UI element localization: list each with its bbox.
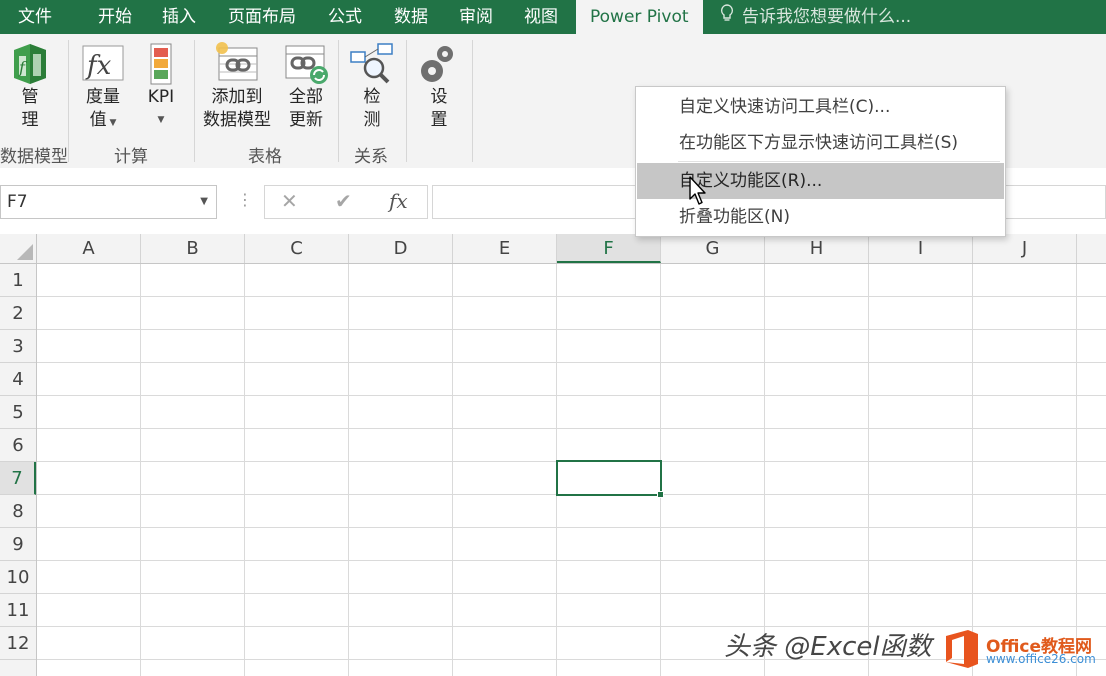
group-separator (68, 40, 69, 162)
menu-item-show-quick-access-below[interactable]: 在功能区下方显示快速访问工具栏(S) (637, 125, 1004, 161)
refresh-all-label-1: 全部 (289, 87, 323, 107)
measures-label-1: 度量 (86, 87, 120, 107)
column-headers: A B C D E F G H I J (0, 234, 1106, 264)
column-header[interactable]: A (37, 234, 141, 263)
row-header[interactable]: 3 (0, 330, 36, 363)
gear-icon (421, 46, 453, 82)
tab-insert[interactable]: 插入 (162, 0, 196, 34)
ribbon-tab-bar: 文件 开始 插入 页面布局 公式 数据 审阅 视图 Power Pivot 告诉… (0, 0, 1106, 34)
group-label-data-model: 数据模型 (0, 147, 68, 167)
lightbulb-icon (718, 0, 736, 34)
resize-handle-icon[interactable]: ⋮ (237, 190, 253, 209)
group-separator (406, 40, 407, 162)
manage-data-model-icon: f (14, 44, 46, 84)
check-icon[interactable]: ✔ (335, 189, 352, 213)
tell-me-search[interactable]: 告诉我您想要做什么... (718, 0, 911, 34)
detect-label-1: 检 (363, 87, 381, 107)
office-logo-icon (946, 630, 978, 668)
chevron-down-icon: ▼ (157, 115, 165, 125)
function-fx-icon: fx (82, 45, 124, 81)
group-separator (338, 40, 339, 162)
tab-home[interactable]: 开始 (98, 0, 132, 34)
ribbon-context-menu: 自定义快速访问工具栏(C)... 在功能区下方显示快速访问工具栏(S) 自定义功… (635, 86, 1006, 237)
group-label-calculations: 计算 (114, 147, 148, 167)
active-cell-f7[interactable] (556, 460, 664, 498)
name-box-value: F7 (7, 192, 28, 212)
column-header[interactable]: C (245, 234, 349, 263)
kpi-label: KPI (147, 87, 175, 107)
tab-review[interactable]: 审阅 (459, 0, 493, 34)
settings-label-1: 设 (430, 87, 448, 107)
add-to-data-model-button[interactable]: 添加到 数据模型 (200, 40, 274, 132)
detect-magnifier-icon (350, 43, 393, 84)
column-header[interactable]: I (869, 234, 973, 263)
svg-text:fx: fx (85, 51, 112, 81)
tab-view[interactable]: 视图 (524, 0, 558, 34)
refresh-all-button[interactable]: 全部 更新 (280, 40, 332, 132)
row-header-selected[interactable]: 7 (0, 462, 36, 495)
row-header[interactable]: 9 (0, 528, 36, 561)
detect-button[interactable]: 检 测 (346, 40, 398, 132)
tell-me-text: 告诉我您想要做什么... (742, 7, 912, 27)
watermark-text: 头条 @Excel函数 (724, 632, 932, 662)
chevron-down-icon[interactable]: ▼ (200, 186, 208, 218)
measures-label-2-text: 值 (89, 110, 107, 130)
chevron-down-icon: ▼ (106, 118, 117, 128)
menu-item-customize-quick-access[interactable]: 自定义快速访问工具栏(C)... (637, 89, 1004, 125)
refresh-all-label-2: 更新 (289, 110, 323, 130)
row-header[interactable]: 4 (0, 363, 36, 396)
menu-separator (678, 161, 1000, 162)
column-header[interactable]: J (973, 234, 1077, 263)
kpi-button[interactable]: KPI ▼ (138, 40, 184, 132)
settings-button[interactable]: 设 置 (414, 40, 464, 132)
settings-label-2: 置 (430, 110, 448, 130)
column-header[interactable]: E (453, 234, 557, 263)
row-header[interactable]: 1 (0, 264, 36, 297)
watermark-site-url: www.office26.com (986, 652, 1096, 666)
tab-data[interactable]: 数据 (394, 0, 428, 34)
tab-file[interactable]: 文件 (18, 0, 52, 34)
measures-button[interactable]: fx 度量 值 ▼ (78, 40, 128, 135)
insert-function-fx-icon[interactable]: fx (389, 189, 408, 213)
cancel-icon[interactable]: ✕ (281, 189, 298, 213)
tab-formulas[interactable]: 公式 (328, 0, 362, 34)
manage-button[interactable]: f 管 理 (6, 40, 54, 132)
formula-buttons: ✕ ✔ fx (264, 185, 428, 219)
select-all-corner[interactable] (0, 234, 37, 263)
refresh-link-icon (285, 45, 328, 84)
add-to-data-model-label-1: 添加到 (211, 87, 263, 107)
mouse-cursor-icon (689, 176, 706, 205)
row-header[interactable]: 5 (0, 396, 36, 429)
column-header[interactable]: G (661, 234, 765, 263)
group-separator (472, 40, 473, 162)
manage-label-2: 理 (21, 110, 39, 130)
tab-power-pivot[interactable]: Power Pivot (576, 0, 703, 34)
column-header[interactable]: B (141, 234, 245, 263)
add-table-link-icon (216, 42, 258, 81)
tab-page-layout[interactable]: 页面布局 (228, 0, 296, 34)
detect-label-2: 测 (363, 110, 381, 130)
row-header[interactable]: 11 (0, 594, 36, 627)
name-box[interactable]: F7 ▼ (0, 185, 217, 219)
row-header[interactable]: 12 (0, 627, 36, 660)
row-header[interactable]: 2 (0, 297, 36, 330)
group-label-relationships: 关系 (354, 147, 388, 167)
add-to-data-model-label-2: 数据模型 (203, 110, 271, 130)
row-header[interactable]: 10 (0, 561, 36, 594)
row-header[interactable]: 6 (0, 429, 36, 462)
measures-label-2: 值 ▼ (78, 109, 128, 135)
manage-label-1: 管 (21, 87, 39, 107)
kpi-traffic-icon (150, 43, 172, 85)
row-header[interactable]: 8 (0, 495, 36, 528)
column-header-selected[interactable]: F (557, 234, 661, 263)
row-headers: 1 2 3 4 5 6 7 8 9 10 11 12 (0, 264, 37, 676)
worksheet-grid: A B C D E F G H I J 1 2 3 4 5 6 7 8 9 10… (0, 234, 1106, 676)
column-header[interactable]: H (765, 234, 869, 263)
group-separator (194, 40, 195, 162)
column-header[interactable]: D (349, 234, 453, 263)
group-label-tables: 表格 (248, 147, 282, 167)
